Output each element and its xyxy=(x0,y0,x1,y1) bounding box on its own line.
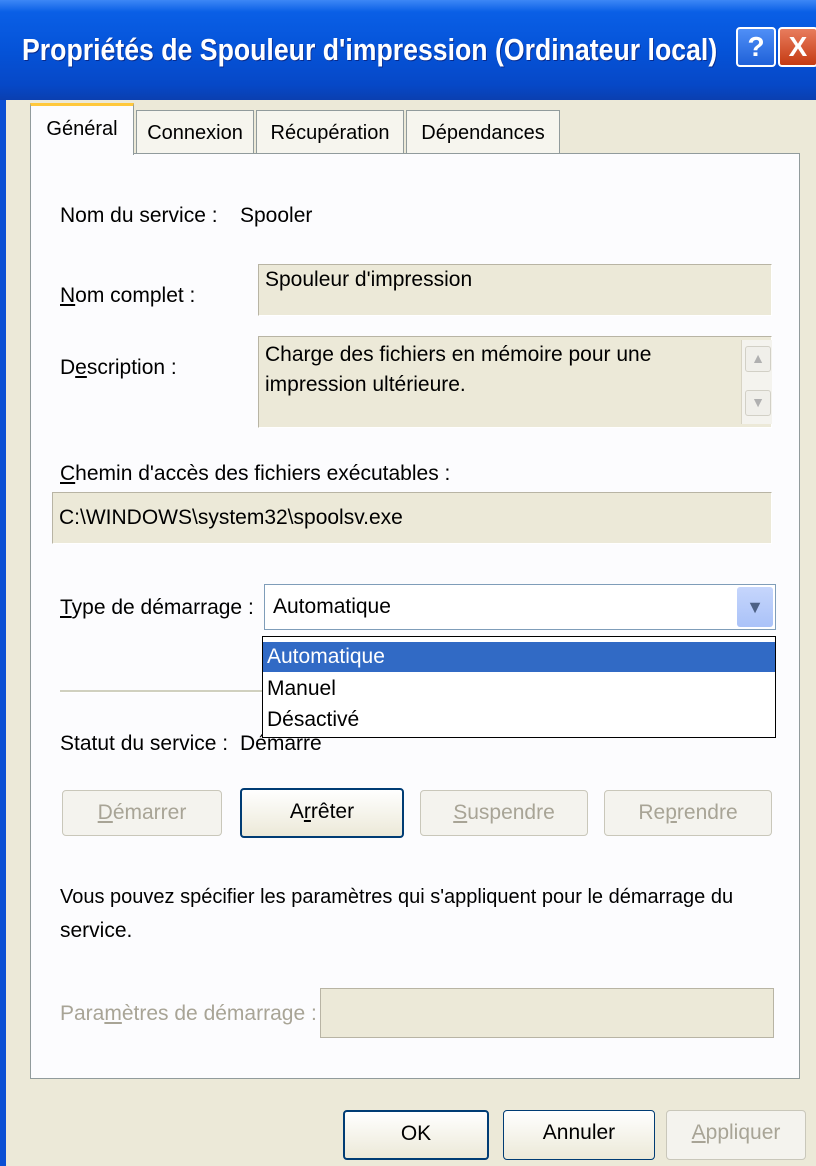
tab-general[interactable]: Général xyxy=(30,103,134,155)
path-field[interactable]: C:\WINDOWS\system32\spoolsv.exe xyxy=(52,492,772,544)
cancel-button[interactable]: Annuler xyxy=(503,1110,655,1160)
description-scrollbar[interactable]: ▲ ▼ xyxy=(741,340,772,424)
startup-type-dropdown[interactable]: Automatique Manuel Désactivé xyxy=(262,636,776,738)
startup-option-manuel[interactable]: Manuel xyxy=(263,674,775,704)
service-name-value: Spooler xyxy=(240,204,313,227)
ok-button[interactable]: OK xyxy=(343,1110,489,1160)
display-name-field[interactable]: Spouleur d'impression xyxy=(258,264,772,316)
startup-type-select[interactable]: Automatique ▼ xyxy=(264,584,776,630)
description-label: Description : xyxy=(60,356,177,379)
status-label: Statut du service : xyxy=(60,732,229,755)
description-line-1: Charge des fichiers en mémoire pour une xyxy=(265,343,652,366)
service-name-label: Nom du service : xyxy=(60,204,218,227)
params-hint-line-2: service. xyxy=(60,919,133,942)
params-hint: Vous pouvez spécifier les paramètres qui… xyxy=(60,880,780,948)
tab-dependances[interactable]: Dépendances xyxy=(406,110,560,154)
scroll-up-icon[interactable]: ▲ xyxy=(745,346,771,372)
description-field[interactable]: Charge des fichiers en mémoire pour une … xyxy=(258,336,772,428)
tab-connexion[interactable]: Connexion xyxy=(136,110,254,154)
scroll-down-icon[interactable]: ▼ xyxy=(745,390,771,416)
window-title: Propriétés de Spouleur d'impression (Ord… xyxy=(22,32,718,67)
startup-option-desactive[interactable]: Désactivé xyxy=(263,705,775,735)
params-label: Paramètres de démarrage : xyxy=(60,1002,317,1025)
display-name-value: Spouleur d'impression xyxy=(265,268,473,291)
close-icon: X xyxy=(788,31,808,62)
path-value: C:\WINDOWS\system32\spoolsv.exe xyxy=(59,506,403,529)
chevron-down-icon[interactable]: ▼ xyxy=(737,587,773,627)
separator xyxy=(60,690,264,693)
resume-button[interactable]: Reprendre xyxy=(604,790,772,836)
close-button[interactable]: X xyxy=(778,27,816,67)
window-border xyxy=(0,100,6,1166)
stop-button[interactable]: Arrêter xyxy=(240,788,404,838)
display-name-label-rest: om complet : xyxy=(75,284,196,307)
startup-type-value: Automatique xyxy=(273,595,391,618)
help-icon: ? xyxy=(747,31,765,62)
tab-recuperation[interactable]: Récupération xyxy=(256,110,404,154)
description-line-2: impression ultérieure. xyxy=(265,373,466,396)
start-button[interactable]: Démarrer xyxy=(62,790,222,836)
display-name-label: Nom complet : xyxy=(60,284,196,307)
path-label: Chemin d'accès des fichiers exécutables … xyxy=(60,462,451,485)
apply-button[interactable]: Appliquer xyxy=(666,1110,806,1160)
startup-option-automatique[interactable]: Automatique xyxy=(263,642,775,672)
params-hint-line-1: Vous pouvez spécifier les paramètres qui… xyxy=(60,886,734,908)
startup-type-label: Type de démarrage : xyxy=(60,596,254,619)
pause-button[interactable]: Suspendre xyxy=(420,790,588,836)
help-button[interactable]: ? xyxy=(736,27,776,67)
params-input[interactable] xyxy=(320,988,774,1038)
